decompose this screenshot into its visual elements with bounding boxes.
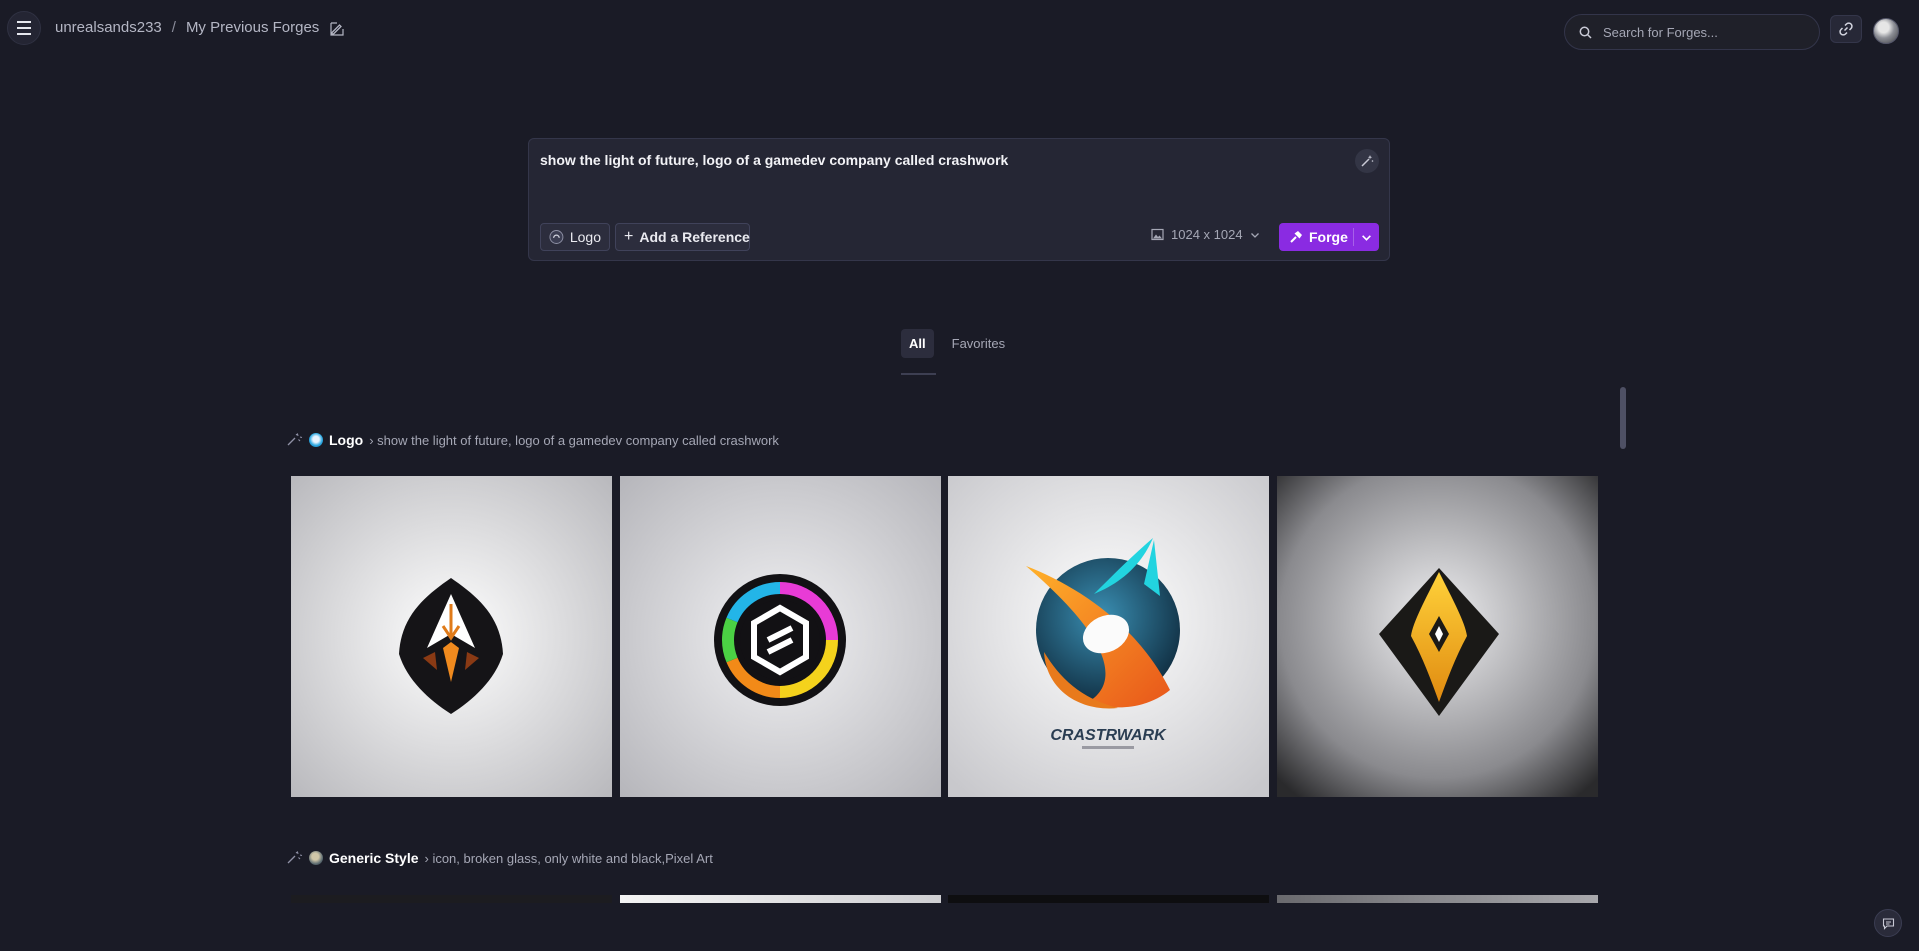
hamburger-menu-button[interactable] (7, 11, 41, 45)
forge-image-preview[interactable] (1277, 895, 1598, 903)
forge-image-2[interactable] (620, 476, 941, 797)
menu-icon (17, 19, 31, 37)
prompt-box[interactable]: show the light of future, logo of a game… (528, 138, 1390, 261)
enhance-prompt-button[interactable] (1355, 149, 1379, 173)
forge-image-4[interactable] (1277, 476, 1598, 797)
group-style-name: Logo (329, 432, 364, 448)
prompt-text[interactable]: show the light of future, logo of a game… (540, 152, 1008, 168)
image-icon (1151, 228, 1164, 241)
crashwork-wordmark: CRASTRWARK (1050, 727, 1167, 744)
forge-button[interactable]: Forge (1279, 223, 1379, 251)
yellow-diamond-logo (1277, 476, 1598, 797)
image-size-select[interactable]: 1024 x 1024 (1151, 227, 1260, 242)
search-icon (1579, 26, 1592, 39)
hammer-icon (1290, 231, 1302, 243)
filter-tabs: All Favorites (901, 329, 1013, 358)
search-input[interactable] (1601, 23, 1801, 41)
breadcrumb: unrealsands233 / My Previous Forges (55, 19, 345, 36)
tab-all[interactable]: All (901, 329, 934, 358)
forge-group-header: Generic Style › icon, broken glass, only… (287, 850, 713, 866)
chevron-down-icon (1250, 232, 1259, 238)
black-shield-arrow-logo (291, 476, 612, 797)
rainbow-hexagon-logo (620, 476, 941, 797)
group-prompt: › icon, broken glass, only white and bla… (424, 850, 713, 866)
chat-icon (1882, 917, 1894, 930)
forge-image-preview[interactable] (291, 895, 612, 903)
forge-group-header: Logo › show the light of future, logo of… (287, 432, 779, 448)
tab-underline (901, 373, 936, 375)
group-style-name: Generic Style (329, 850, 419, 866)
logo-style-icon (549, 230, 564, 244)
forge-image-3[interactable]: CRASTRWARK (948, 476, 1269, 797)
plus-icon: + (624, 228, 634, 245)
forge-image-1[interactable] (291, 476, 612, 797)
crashwork-orb-logo: CRASTRWARK (948, 476, 1269, 797)
magic-wand-icon (1361, 155, 1374, 167)
reuse-prompt-icon[interactable] (287, 851, 303, 865)
chat-support-button[interactable] (1874, 909, 1902, 937)
user-avatar[interactable] (1873, 18, 1899, 44)
tab-favorites[interactable]: Favorites (944, 329, 1013, 358)
add-reference-label: Add a Reference (639, 229, 750, 245)
breadcrumb-page-title: My Previous Forges (185, 19, 320, 36)
add-reference-button[interactable]: + Add a Reference (615, 223, 750, 251)
forge-button-label: Forge (1309, 229, 1348, 245)
forge-options-button[interactable] (1354, 232, 1379, 243)
breadcrumb-separator: / (171, 19, 176, 36)
link-icon (1839, 22, 1853, 36)
top-bar: unrealsands233 / My Previous Forges (0, 0, 1919, 58)
style-chip-label: Logo (569, 229, 601, 245)
chevron-down-icon (1362, 234, 1371, 241)
group-prompt: › show the light of future, logo of a ga… (369, 432, 779, 448)
image-size-value: 1024 x 1024 (1171, 227, 1243, 242)
logo-style-icon (309, 433, 323, 447)
forge-image-preview[interactable] (948, 895, 1269, 903)
generic-style-icon (309, 851, 323, 865)
breadcrumb-username[interactable]: unrealsands233 (55, 19, 162, 36)
style-chip-logo[interactable]: Logo (540, 223, 610, 251)
edit-icon[interactable] (329, 20, 345, 36)
copy-link-button[interactable] (1830, 15, 1862, 43)
reuse-prompt-icon[interactable] (287, 433, 303, 447)
forge-image-preview[interactable] (620, 895, 941, 903)
scrollbar-thumb[interactable] (1620, 387, 1626, 449)
search-bar[interactable] (1564, 14, 1820, 50)
